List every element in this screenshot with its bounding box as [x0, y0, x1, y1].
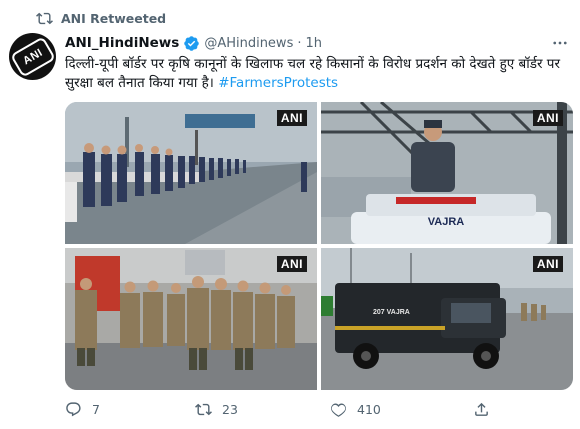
retweet-button[interactable]: 23 — [195, 401, 238, 418]
ani-watermark: ANI — [276, 110, 307, 126]
author-name[interactable]: ANI_HindiNews — [65, 35, 179, 51]
share-button[interactable] — [473, 401, 490, 418]
retweet-label: ANI Retweeted — [61, 10, 167, 26]
like-button[interactable]: 410 — [330, 401, 381, 418]
tweet-text: दिल्ली-यूपी बॉर्डर पर कृषि कानूनों के खि… — [65, 55, 570, 93]
verified-badge-icon — [184, 35, 200, 51]
retweet-icon — [195, 403, 212, 415]
ani-logo: ANI — [9, 35, 56, 78]
hashtag-link[interactable]: #FarmersProtests — [218, 75, 338, 91]
retweet-count: 23 — [222, 401, 238, 417]
retweet-icon — [36, 12, 53, 24]
heart-icon — [331, 402, 346, 417]
media-grid: ANI VAJRA ANI ANI 207 VAJRA ANI — [65, 102, 573, 390]
vehicle-label: VAJRA — [428, 216, 465, 228]
vehicle-label: 207 VAJRA — [373, 309, 410, 316]
tweet-timestamp[interactable]: 1h — [305, 36, 322, 51]
ani-watermark: ANI — [532, 256, 563, 272]
like-count: 410 — [357, 401, 381, 417]
reply-button[interactable]: 7 — [65, 401, 100, 418]
photo-security-line[interactable]: ANI — [65, 102, 317, 244]
tweet-header: ANI_HindiNews @AHindinews · 1h — [65, 33, 322, 53]
avatar[interactable]: ANI — [9, 33, 56, 80]
more-options-icon[interactable] — [550, 34, 570, 52]
reply-count: 7 — [92, 401, 100, 417]
photo-officer-on-vehicle[interactable]: VAJRA ANI — [321, 102, 573, 244]
share-icon — [475, 402, 488, 416]
author-handle[interactable]: @AHindinews — [204, 36, 293, 51]
tweet-actions: 7 23 410 — [65, 398, 535, 420]
reply-icon — [66, 401, 81, 416]
photo-police-group[interactable]: ANI — [65, 248, 317, 390]
photo-armoured-vehicle[interactable]: 207 VAJRA ANI — [321, 248, 573, 390]
retweet-banner[interactable]: ANI Retweeted — [36, 9, 166, 27]
ani-watermark: ANI — [276, 256, 307, 272]
ani-watermark: ANI — [532, 110, 563, 126]
avatar-logo-text: ANI — [20, 46, 45, 67]
separator-dot: · — [297, 35, 302, 51]
